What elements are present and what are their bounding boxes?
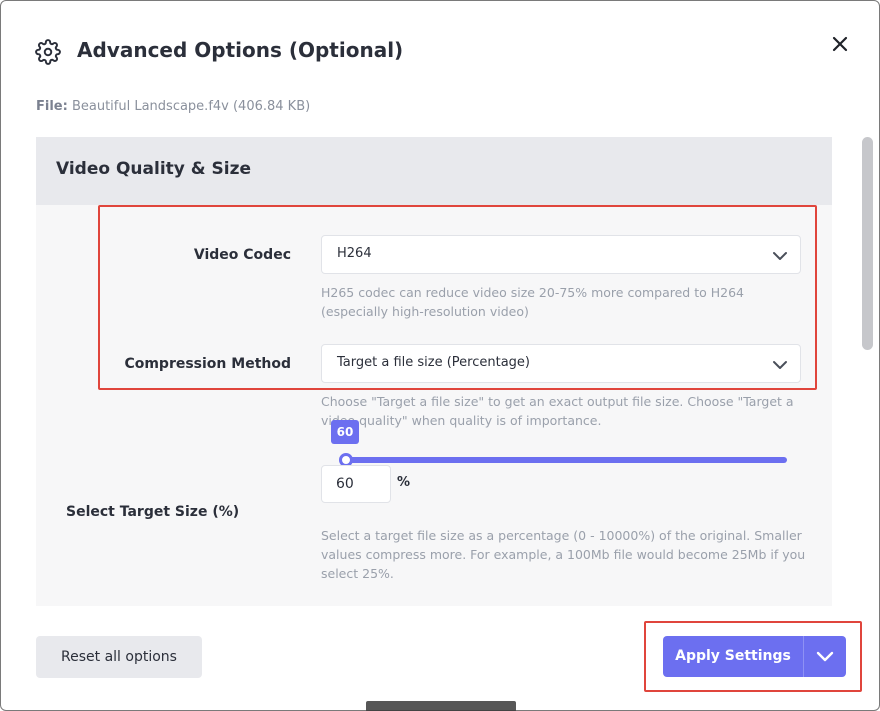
- compression-method-help: Choose "Target a file size" to get an ex…: [321, 392, 806, 430]
- target-size-help-line: select 25%.: [321, 566, 394, 581]
- compression-method-value: Target a file size (Percentage): [337, 355, 530, 370]
- video-codec-help: H265 codec can reduce video size 20-75% …: [321, 283, 806, 321]
- apply-settings-dropdown-button[interactable]: [803, 636, 846, 677]
- compression-help-line: video quality" when quality is of import…: [321, 413, 602, 428]
- reset-all-options-button[interactable]: Reset all options: [36, 636, 202, 678]
- file-info: File: Beautiful Landscape.f4v (406.84 KB…: [36, 99, 310, 114]
- panel-header: Video Quality & Size: [36, 137, 832, 205]
- compression-method-select[interactable]: Target a file size (Percentage): [321, 344, 801, 383]
- chevron-down-icon: [772, 357, 788, 371]
- panel-title: Video Quality & Size: [56, 159, 252, 179]
- close-icon[interactable]: [827, 31, 853, 57]
- file-value: Beautiful Landscape.f4v (406.84 KB): [71, 99, 311, 114]
- background-page-fragment: [366, 701, 516, 711]
- compression-help-line: Choose "Target a file size" to get an ex…: [321, 394, 794, 409]
- percent-unit: %: [397, 475, 411, 490]
- target-size-input[interactable]: [321, 465, 391, 503]
- target-size-help-line: values compress more. For example, a 100…: [321, 547, 806, 562]
- video-codec-help-line: (especially high-resolution video): [321, 304, 529, 319]
- advanced-options-dialog: Advanced Options (Optional) File: Beauti…: [0, 0, 880, 711]
- target-size-help-line: Select a target file size as a percentag…: [321, 528, 802, 543]
- gear-icon: [35, 39, 61, 65]
- chevron-down-icon: [772, 248, 788, 262]
- video-codec-label: Video Codec: [193, 247, 291, 263]
- video-codec-value: H264: [337, 246, 372, 261]
- video-codec-help-line: H265 codec can reduce video size 20-75% …: [321, 285, 744, 300]
- compression-method-label: Compression Method: [124, 356, 291, 372]
- target-size-help: Select a target file size as a percentag…: [321, 526, 806, 583]
- file-label: File:: [36, 99, 68, 114]
- apply-settings-button[interactable]: Apply Settings: [663, 636, 803, 677]
- target-size-slider-track[interactable]: [346, 457, 787, 463]
- video-codec-select[interactable]: H264: [321, 235, 801, 274]
- dialog-title: Advanced Options (Optional): [77, 38, 404, 62]
- target-size-label: Select Target Size (%): [66, 504, 240, 520]
- scrollbar-thumb[interactable]: [862, 137, 873, 350]
- slider-value-tooltip: 60: [331, 420, 359, 444]
